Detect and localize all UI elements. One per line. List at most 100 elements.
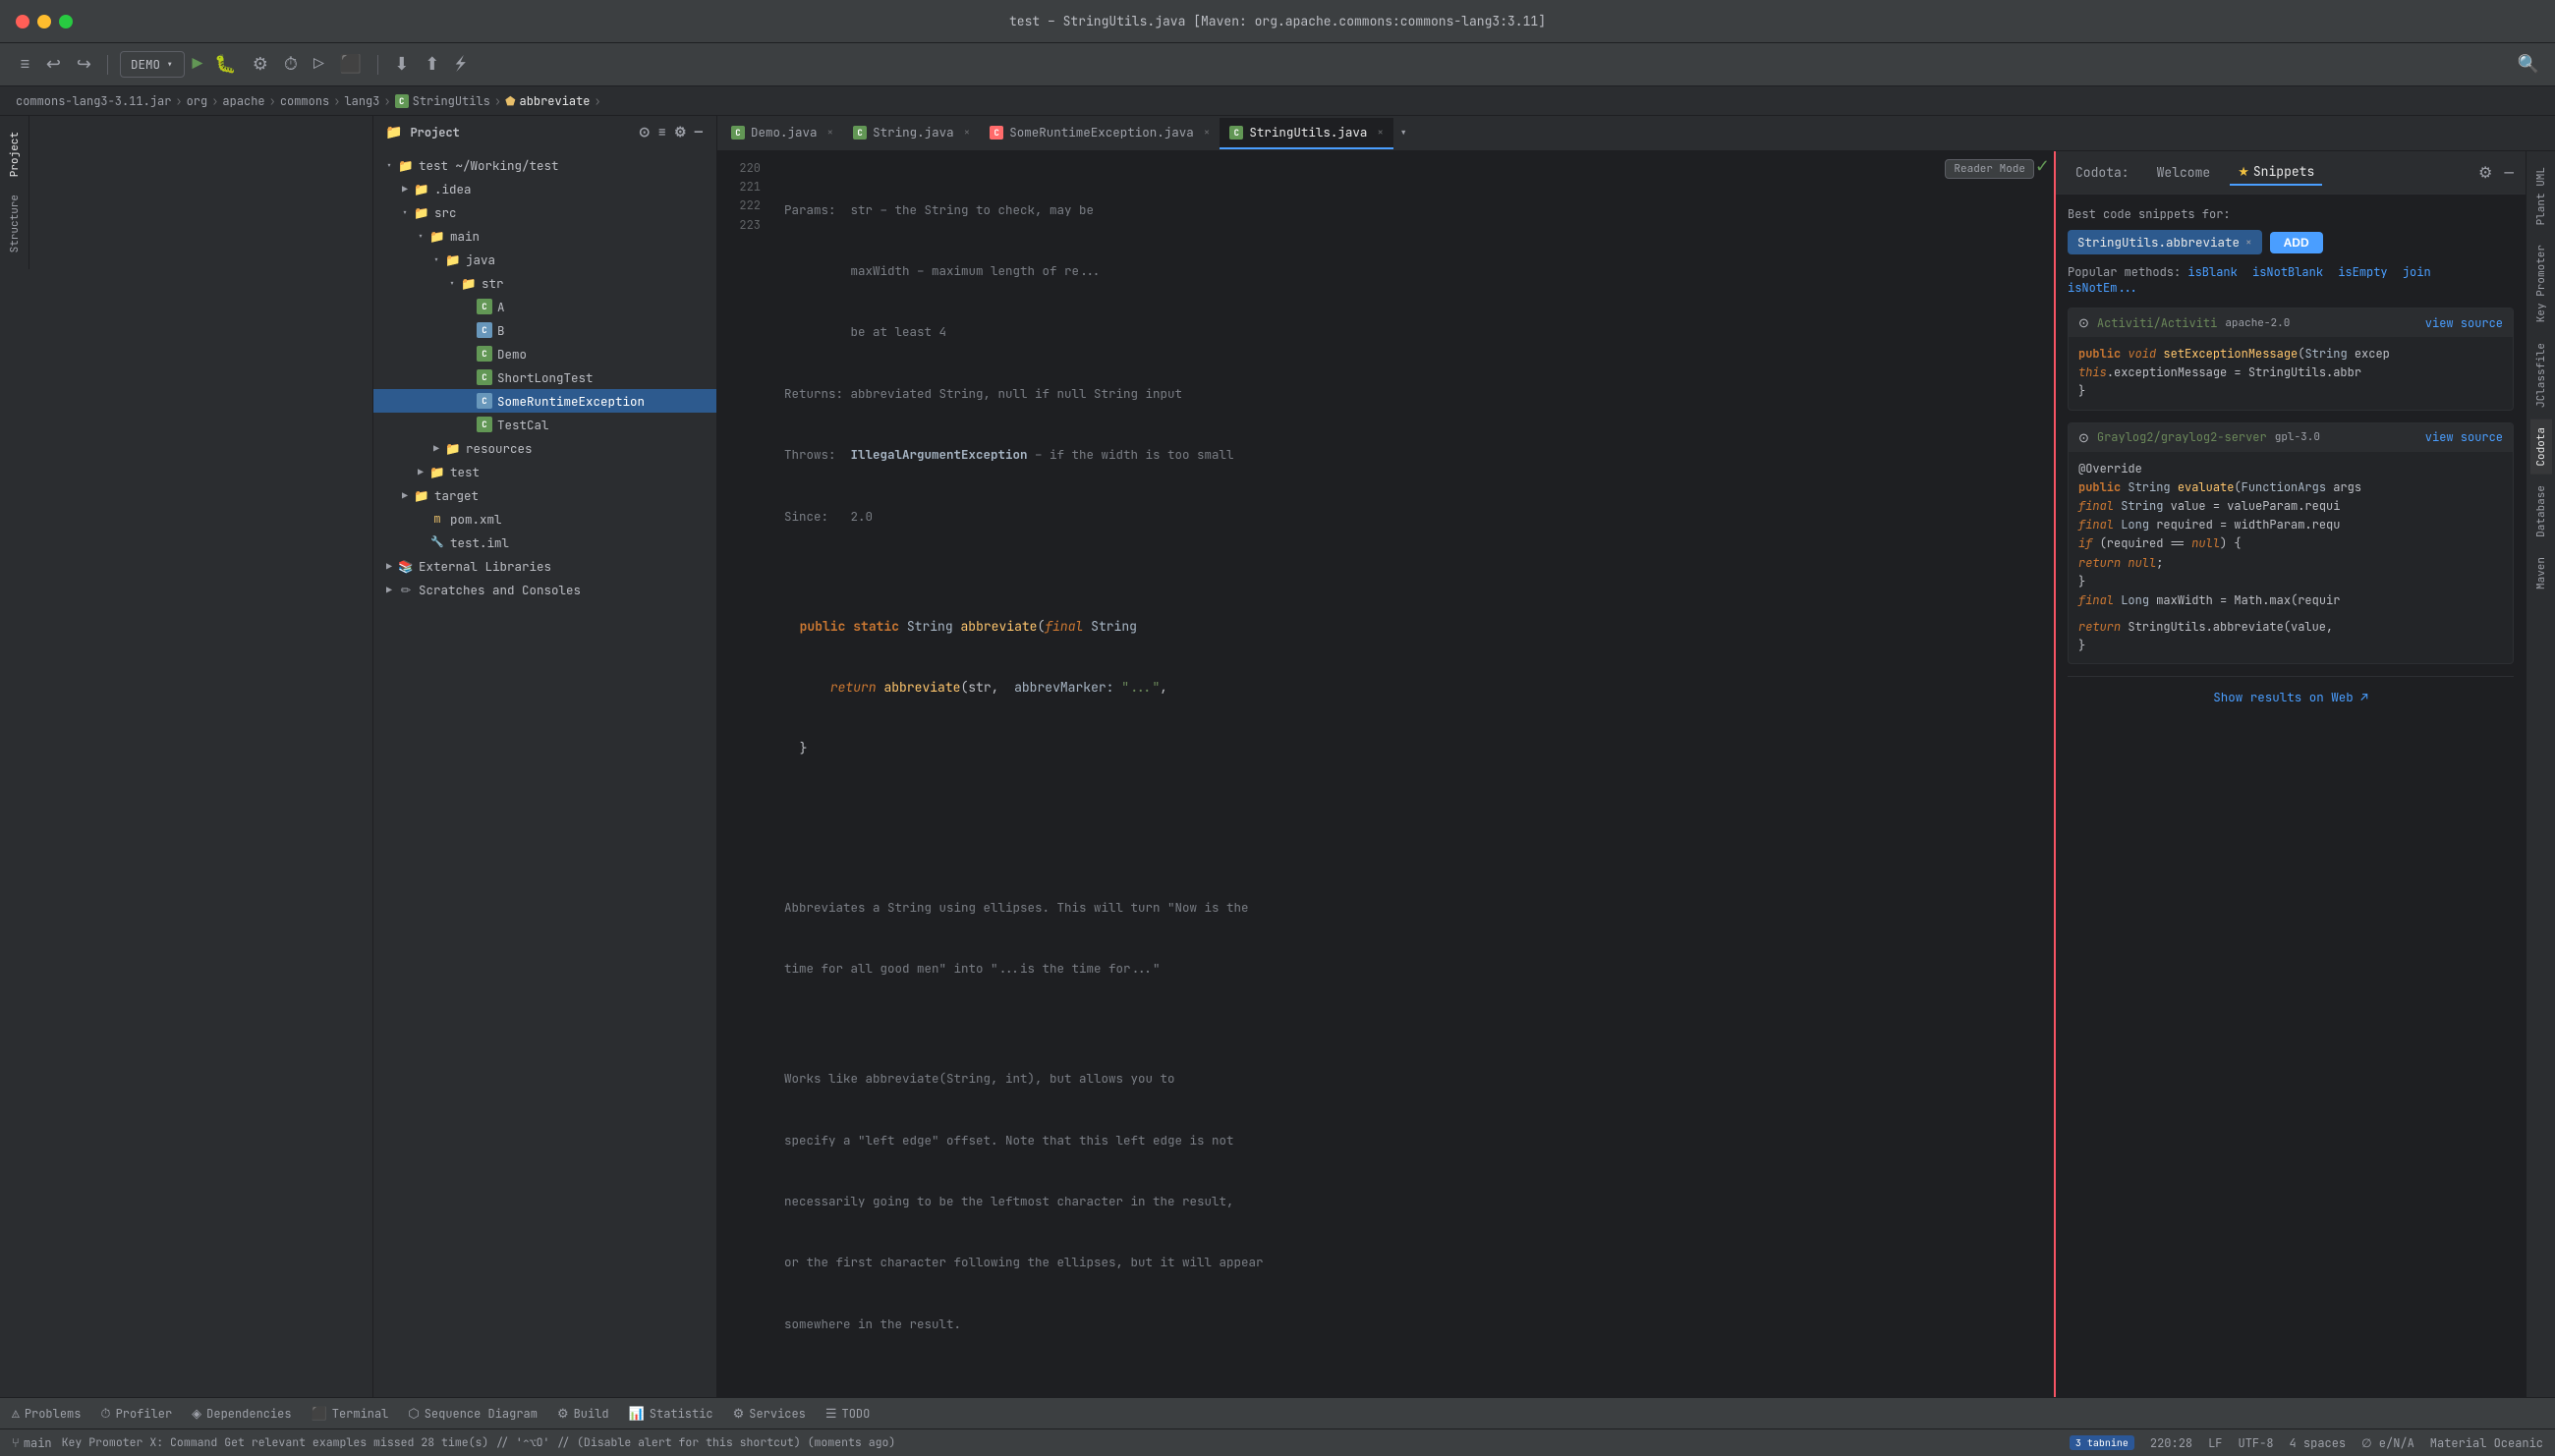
bottom-tool-sequence[interactable]: ⬡ Sequence Diagram (408, 1405, 538, 1422)
side-right-tab-maven[interactable]: Maven (2530, 549, 2552, 597)
maximize-button[interactable] (59, 15, 73, 28)
tree-item-java[interactable]: ▾ 📁 java (373, 248, 716, 271)
toolbar-git-update[interactable]: ⬇ (390, 51, 413, 78)
tab-demo[interactable]: C Demo.java × (721, 118, 843, 149)
status-position[interactable]: 220:28 (2150, 1435, 2192, 1451)
run-button[interactable]: ▶ (193, 53, 203, 76)
toolbar-icon-extra[interactable]: ⚡ (451, 51, 470, 78)
sidebar-locate-icon[interactable]: ⊙ (637, 122, 653, 143)
side-right-tab-database[interactable]: Database (2530, 477, 2552, 545)
breadcrumb-jar[interactable]: commons-lang3-3.11.jar (16, 93, 171, 109)
bottom-tool-build[interactable]: ⚙ Build (557, 1405, 609, 1422)
tree-item-extlibs[interactable]: ▶ 📚 External Libraries (373, 554, 716, 578)
status-scheme[interactable]: Material Oceanic (2430, 1435, 2543, 1451)
bottom-tool-terminal[interactable]: ⬛ Terminal (312, 1405, 389, 1422)
tab-exception[interactable]: C SomeRuntimeException.java × (980, 118, 1220, 149)
tab-close-string[interactable]: × (964, 126, 971, 140)
breadcrumb-stringutils[interactable]: C StringUtils (395, 93, 490, 109)
toolbar-git-push[interactable]: ⬆ (421, 51, 443, 78)
breadcrumb-org[interactable]: org (187, 93, 208, 109)
toolbar-icon-1[interactable]: ≡ (16, 51, 34, 78)
tree-item-shortlongtest[interactable]: C ShortLongTest (373, 365, 716, 389)
tabnine-badge-item[interactable]: 3 tabnine (2070, 1435, 2134, 1450)
bottom-tool-statistic[interactable]: 📊 Statistic (629, 1405, 713, 1422)
toolbar-icon-2[interactable]: ↩ (42, 51, 65, 78)
view-source-1[interactable]: view source (2425, 315, 2503, 331)
sidebar-collapse-icon[interactable]: ≡ (656, 122, 668, 143)
sidebar-close-icon[interactable]: — (693, 122, 705, 143)
tree-item-demo[interactable]: C Demo (373, 342, 716, 365)
status-indent[interactable]: 4 spaces (2290, 1435, 2347, 1451)
minimize-button[interactable] (37, 15, 51, 28)
tree-item-test-folder[interactable]: ▶ 📁 test (373, 460, 716, 483)
method-link-isblank[interactable]: isBlank (2187, 264, 2237, 280)
add-button[interactable]: ADD (2270, 232, 2323, 253)
method-link-join[interactable]: join (2403, 264, 2431, 280)
breadcrumb-lang3[interactable]: lang3 (344, 93, 379, 109)
repo-name-1[interactable]: Activiti/Activiti (2097, 315, 2217, 331)
tree-item-resources[interactable]: ▶ 📁 resources (373, 436, 716, 460)
profile-button[interactable]: ⏱ (280, 51, 302, 78)
tree-item-idea[interactable]: ▶ 📁 .idea (373, 177, 716, 200)
bottom-tool-todo[interactable]: ☰ TODO (825, 1405, 870, 1422)
tabs-overflow-button[interactable]: ▾ (1393, 125, 1413, 142)
breadcrumb-commons[interactable]: commons (280, 93, 329, 109)
status-branch[interactable]: ⑂ main (12, 1434, 52, 1451)
code-body[interactable]: Params: str – the String to check, may b… (768, 151, 2054, 1397)
side-right-tab-jclassfile[interactable]: JClassfile (2530, 335, 2552, 416)
toolbar-run-with[interactable]: ▷ (310, 51, 328, 78)
view-source-2[interactable]: view source (2425, 429, 2503, 445)
window-controls[interactable] (16, 15, 73, 28)
status-lf[interactable]: LF (2208, 1435, 2222, 1451)
tree-item-exception[interactable]: C SomeRuntimeException (373, 389, 716, 413)
codota-tab-welcome[interactable]: Welcome (2149, 160, 2219, 185)
tab-close-demo[interactable]: × (827, 126, 834, 140)
tree-item-main[interactable]: ▾ 📁 main (373, 224, 716, 248)
side-tab-project[interactable]: Project (4, 124, 26, 185)
breadcrumb-abbreviate[interactable]: ⬟ abbreviate (505, 93, 590, 109)
status-encoding[interactable]: UTF-8 (2239, 1435, 2274, 1451)
bottom-tool-dependencies[interactable]: ◈ Dependencies (192, 1405, 291, 1422)
method-link-isnotem[interactable]: isNotEm... (2068, 280, 2138, 296)
method-link-isempty[interactable]: isEmpty (2338, 264, 2387, 280)
tree-item-scratches[interactable]: ▶ ✏ Scratches and Consoles (373, 578, 716, 601)
tree-item-str[interactable]: ▾ 📁 str (373, 271, 716, 295)
debug-button[interactable]: 🐛 (210, 51, 240, 78)
sidebar-options-icon[interactable]: ⚙ (672, 122, 689, 143)
coverage-button[interactable]: ⚙ (249, 51, 272, 78)
tab-string[interactable]: C String.java × (843, 118, 980, 149)
tree-item-target[interactable]: ▶ 📁 target (373, 483, 716, 507)
tree-item-src[interactable]: ▾ 📁 src (373, 200, 716, 224)
tree-item-A[interactable]: C A (373, 295, 716, 318)
snippet-query-chip[interactable]: StringUtils.abbreviate × (2068, 230, 2262, 254)
search-everywhere-button[interactable]: 🔍 (2518, 53, 2539, 76)
bottom-tool-problems[interactable]: ⚠ Problems (12, 1405, 81, 1422)
side-right-tab-codota[interactable]: Codota (2530, 420, 2552, 475)
codota-settings-icon[interactable]: ⚙ (2478, 162, 2492, 183)
tab-close-stringutils[interactable]: × (1377, 126, 1384, 140)
reader-mode-badge[interactable]: Reader Mode (1945, 159, 2034, 179)
toolbar-stop-button[interactable]: ⬛ (336, 51, 366, 78)
snippet-query-clear[interactable]: × (2245, 236, 2252, 250)
close-button[interactable] (16, 15, 29, 28)
bottom-tool-profiler[interactable]: ⏱ Profiler (100, 1405, 172, 1422)
bottom-tool-services[interactable]: ⚙ Services (733, 1405, 806, 1422)
tree-item-pom[interactable]: m pom.xml (373, 507, 716, 531)
tab-close-exception[interactable]: × (1204, 126, 1211, 140)
method-link-isnotblank[interactable]: isNotBlank (2252, 264, 2323, 280)
side-right-tab-plantuml[interactable]: Plant UML (2530, 159, 2552, 233)
toolbar-icon-3[interactable]: ↪ (73, 51, 95, 78)
tab-stringutils[interactable]: C StringUtils.java × (1220, 118, 1393, 149)
side-right-tab-keypromoter[interactable]: Key Promoter (2530, 237, 2552, 330)
tree-item-test-root[interactable]: ▾ 📁 test ~/Working/test (373, 153, 716, 177)
codota-close-icon[interactable]: — (2504, 162, 2514, 183)
run-config-selector[interactable]: DEMO ▾ (120, 51, 185, 78)
tree-item-testcal[interactable]: C TestCal (373, 413, 716, 436)
side-tab-structure[interactable]: Structure (4, 187, 26, 260)
codota-tab-label[interactable]: Codota: (2068, 160, 2137, 185)
show-web-link[interactable]: Show results on Web ↗ (2068, 676, 2514, 717)
tree-item-B[interactable]: C B (373, 318, 716, 342)
breadcrumb-apache[interactable]: apache (222, 93, 264, 109)
status-git-status[interactable]: ∅ e/N/A (2361, 1435, 2414, 1451)
repo-name-2[interactable]: Graylog2/graylog2-server (2097, 429, 2267, 445)
